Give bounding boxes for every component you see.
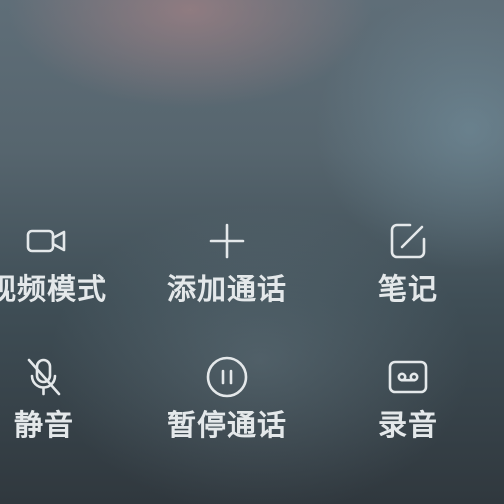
add-call-button[interactable]: 添加通话	[152, 218, 302, 318]
microphone-off-icon	[21, 354, 67, 400]
note-edit-icon	[385, 218, 431, 264]
tape-record-icon	[385, 354, 431, 400]
mute-button[interactable]: 静音	[0, 354, 119, 454]
hold-call-button[interactable]: 暂停通话	[152, 354, 302, 454]
add-call-label: 添加通话	[166, 272, 287, 306]
video-camera-icon	[24, 218, 70, 264]
notes-button[interactable]: 笔记	[333, 218, 483, 318]
call-controls-panel: 视频模式 添加通话 笔记 静音 暂停通话 录音	[0, 0, 504, 504]
video-mode-button[interactable]: 视频模式	[0, 218, 122, 318]
video-mode-label: 视频模式	[0, 272, 107, 306]
notes-label: 笔记	[377, 272, 438, 306]
record-label: 录音	[377, 408, 438, 442]
plus-icon	[204, 218, 250, 264]
record-button[interactable]: 录音	[333, 354, 483, 454]
mute-label: 静音	[13, 408, 74, 442]
hold-call-label: 暂停通话	[166, 408, 287, 442]
pause-icon	[204, 354, 250, 400]
